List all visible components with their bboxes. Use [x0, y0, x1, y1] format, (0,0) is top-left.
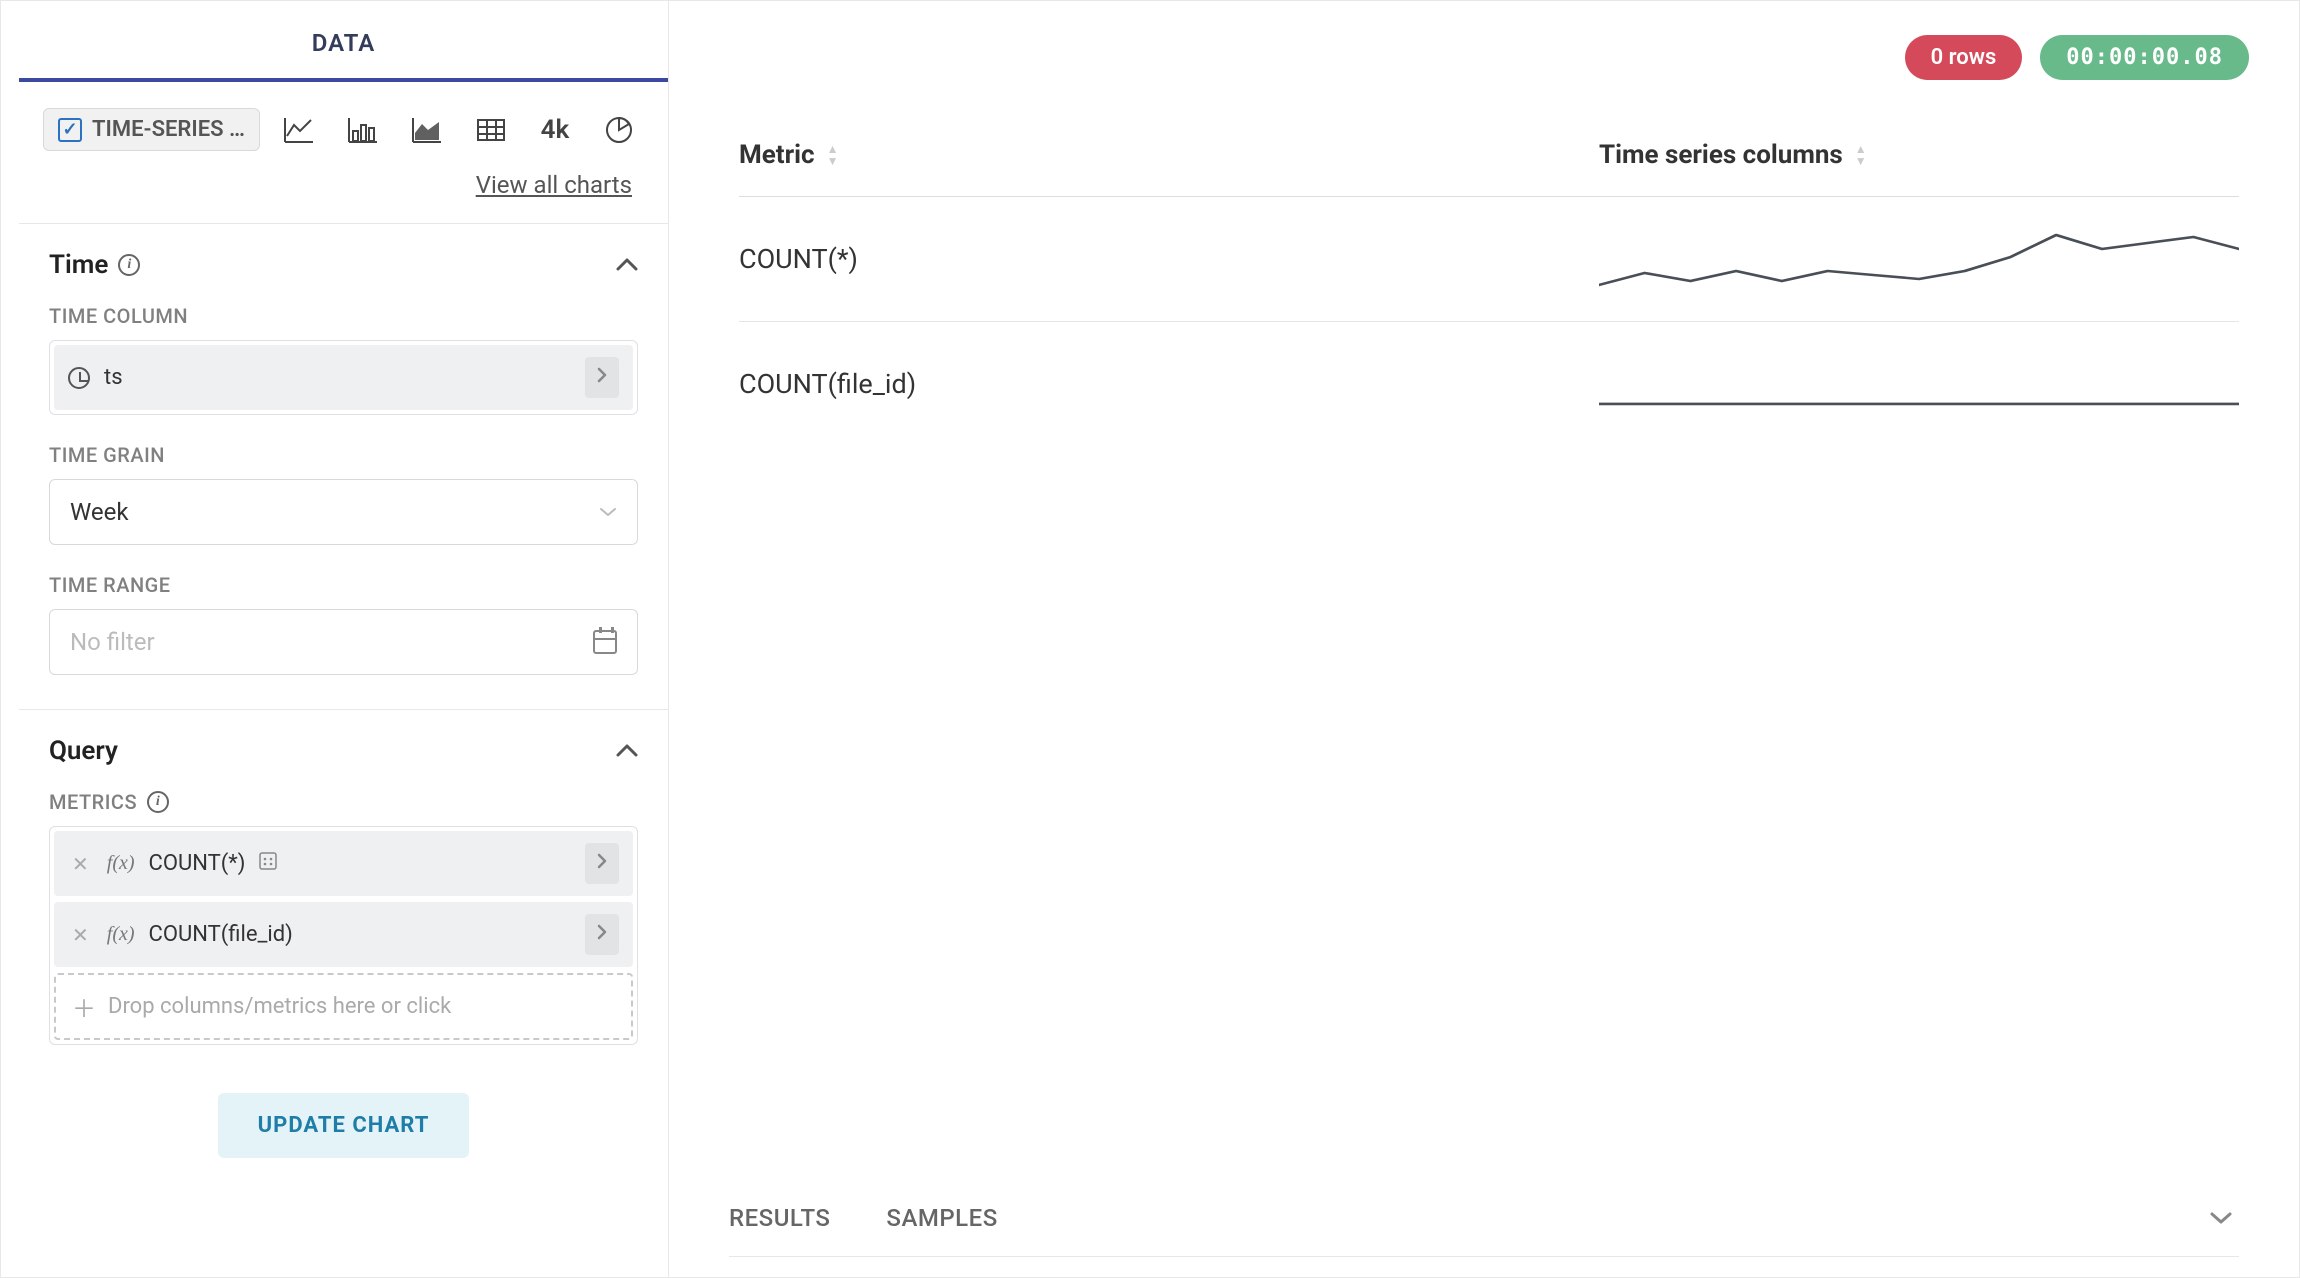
- time-section-title: Time: [49, 250, 108, 280]
- column-header-metric[interactable]: Metric ▲▼: [739, 140, 1599, 170]
- main-panel: 0 rows 00:00:00.08 Metric ▲▼ Time series…: [669, 1, 2299, 1277]
- dropzone-text: Drop columns/metrics here or click: [108, 994, 451, 1019]
- tab-samples[interactable]: SAMPLES: [886, 1204, 997, 1232]
- viz-type-row: ✓ TIME-SERIES … 4k: [19, 82, 668, 151]
- metric-expr: COUNT(file_id): [149, 922, 293, 947]
- time-section: Time i TIME COLUMN ts: [19, 223, 668, 709]
- remove-icon[interactable]: ✕: [68, 923, 93, 947]
- viz-type-label: TIME-SERIES …: [92, 117, 245, 142]
- chevron-up-icon: [616, 256, 638, 275]
- metric-chip[interactable]: ✕ f(x) COUNT(file_id): [54, 902, 633, 967]
- column-header-timeseries[interactable]: Time series columns ▲▼: [1599, 140, 2239, 170]
- table-chart-icon[interactable]: [474, 113, 508, 147]
- sort-icon: ▲▼: [1855, 144, 1867, 166]
- timing-badge: 00:00:00.08: [2040, 35, 2249, 80]
- sparkline: [1599, 354, 2239, 414]
- metric-cell: COUNT(file_id): [739, 368, 1599, 400]
- line-chart-icon[interactable]: [282, 113, 316, 147]
- update-chart-button[interactable]: UPDATE CHART: [218, 1093, 470, 1158]
- query-section-header[interactable]: Query: [49, 736, 638, 766]
- chevron-down-icon: [599, 502, 617, 523]
- calendar-icon: [593, 630, 617, 654]
- time-grain-label: TIME GRAIN: [49, 443, 638, 467]
- table-header: Metric ▲▼ Time series columns ▲▼: [739, 140, 2239, 197]
- sidebar-tabs: DATA: [19, 1, 668, 82]
- sort-icon: ▲▼: [827, 144, 839, 166]
- fx-icon: f(x): [107, 852, 135, 875]
- big-number-icon[interactable]: 4k: [538, 113, 572, 147]
- metrics-label: METRICS: [49, 790, 137, 814]
- metrics-input[interactable]: ✕ f(x) COUNT(*) ✕ f(x) COUNT(file_id: [49, 826, 638, 1045]
- plus-icon: ＋: [72, 989, 96, 1024]
- sparkline-cell: [1599, 229, 2239, 289]
- viz-icon-bar: 4k: [282, 113, 636, 147]
- status-badges: 0 rows 00:00:00.08: [669, 1, 2299, 80]
- time-grain-select[interactable]: Week: [49, 479, 638, 545]
- bar-chart-icon[interactable]: [346, 113, 380, 147]
- remove-icon[interactable]: ✕: [68, 852, 93, 876]
- table-row: COUNT(file_id): [739, 322, 2239, 446]
- pie-chart-icon[interactable]: [602, 113, 636, 147]
- preview-table: Metric ▲▼ Time series columns ▲▼ COUNT(*…: [669, 80, 2299, 446]
- time-grain-value: Week: [70, 498, 129, 526]
- tab-results[interactable]: RESULTS: [729, 1204, 830, 1232]
- metric-chip[interactable]: ✕ f(x) COUNT(*): [54, 831, 633, 896]
- sparkline-cell: [1599, 354, 2239, 414]
- metrics-dropzone[interactable]: ＋ Drop columns/metrics here or click: [54, 973, 633, 1040]
- info-icon: i: [118, 254, 140, 276]
- sparkline: [1599, 229, 2239, 289]
- chevron-down-icon[interactable]: [2209, 1204, 2233, 1232]
- time-range-label: TIME RANGE: [49, 573, 638, 597]
- chevron-up-icon: [616, 742, 638, 761]
- time-column-value: ts: [104, 365, 123, 390]
- clock-icon: [68, 367, 90, 389]
- query-section-title: Query: [49, 736, 118, 766]
- results-panel-tabs: RESULTS SAMPLES: [669, 1180, 2299, 1277]
- row-count-badge: 0 rows: [1905, 35, 2023, 80]
- time-column-input[interactable]: ts: [49, 340, 638, 415]
- time-range-placeholder: No filter: [70, 628, 155, 656]
- metric-cell: COUNT(*): [739, 243, 1599, 275]
- fx-icon: f(x): [107, 923, 135, 946]
- info-icon: i: [147, 791, 169, 813]
- area-chart-icon[interactable]: [410, 113, 444, 147]
- check-icon: ✓: [58, 118, 82, 142]
- table-row: COUNT(*): [739, 197, 2239, 322]
- time-section-header[interactable]: Time i: [49, 250, 638, 280]
- view-all-charts-link[interactable]: View all charts: [476, 171, 632, 199]
- metric-expr: COUNT(*): [149, 851, 246, 876]
- time-column-label: TIME COLUMN: [49, 304, 638, 328]
- config-icon[interactable]: [259, 852, 277, 875]
- sidebar: DATA ✓ TIME-SERIES … 4k: [19, 1, 669, 1277]
- viz-type-pill[interactable]: ✓ TIME-SERIES …: [43, 108, 260, 151]
- time-range-input[interactable]: No filter: [49, 609, 638, 675]
- chevron-right-icon[interactable]: [585, 843, 619, 884]
- query-section: Query METRICS i ✕ f(x) COUNT(*): [19, 709, 668, 1075]
- tab-data[interactable]: DATA: [19, 1, 668, 81]
- chevron-right-icon[interactable]: [585, 357, 619, 398]
- chevron-right-icon[interactable]: [585, 914, 619, 955]
